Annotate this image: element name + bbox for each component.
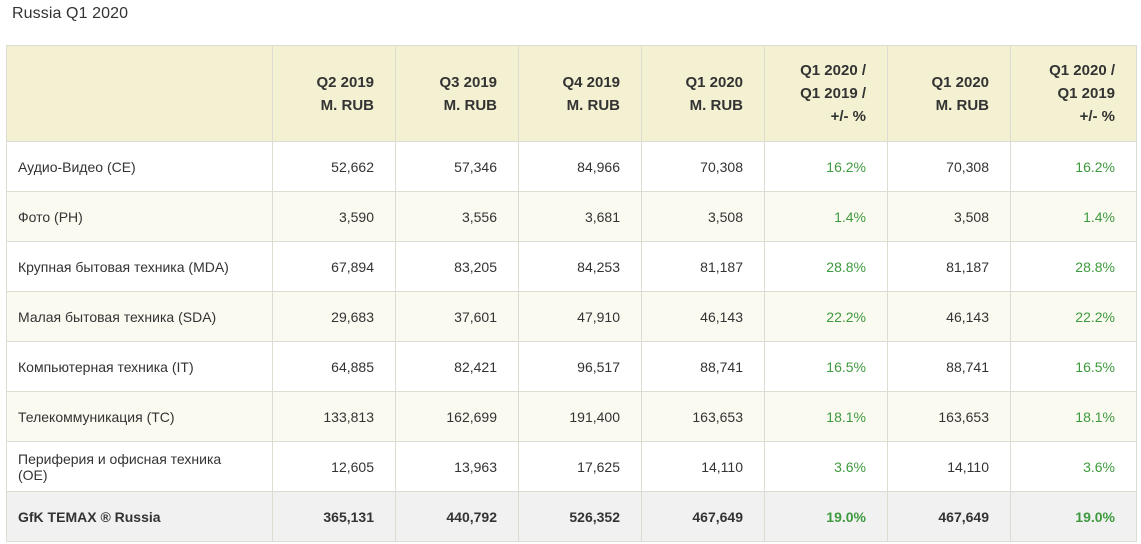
row-category: Малая бытовая техника (SDA) (6, 291, 273, 342)
cell-pct: 1.4% (764, 191, 888, 242)
cell-value: 3,590 (272, 191, 396, 242)
cell-pct: 1.4% (1010, 191, 1137, 242)
cell-pct: 18.1% (1010, 391, 1137, 442)
cell-value: 14,110 (887, 441, 1011, 492)
cell-value: 81,187 (641, 241, 765, 292)
cell-value: 37,601 (395, 291, 519, 342)
row-category: Периферия и офисная техника (OE) (6, 441, 273, 492)
table-row: Телекоммуникация (TC) 133,813 162,699 19… (6, 391, 1137, 442)
row-category: Аудио-Видео (CE) (6, 141, 273, 192)
table-row: Компьютерная техника (IT) 64,885 82,421 … (6, 341, 1137, 392)
cell-value: 46,143 (641, 291, 765, 342)
cell-value: 133,813 (272, 391, 396, 442)
total-value: 467,649 (641, 491, 765, 542)
cell-pct: 18.1% (764, 391, 888, 442)
cell-pct: 16.2% (764, 141, 888, 192)
cell-value: 29,683 (272, 291, 396, 342)
cell-value: 96,517 (518, 341, 642, 392)
row-category: Компьютерная техника (IT) (6, 341, 273, 392)
cell-value: 70,308 (887, 141, 1011, 192)
header-q1-2020: Q1 2020 M. RUB (641, 45, 765, 142)
page-title: Russia Q1 2020 (12, 5, 129, 22)
total-value: 526,352 (518, 491, 642, 542)
cell-pct: 22.2% (764, 291, 888, 342)
header-q2-2019: Q2 2019 M. RUB (272, 45, 396, 142)
cell-value: 162,699 (395, 391, 519, 442)
cell-pct: 28.8% (1010, 241, 1137, 292)
table-row: Аудио-Видео (CE) 52,662 57,346 84,966 70… (6, 141, 1137, 192)
table-row: Малая бытовая техника (SDA) 29,683 37,60… (6, 291, 1137, 342)
cell-value: 17,625 (518, 441, 642, 492)
cell-value: 57,346 (395, 141, 519, 192)
cell-value: 191,400 (518, 391, 642, 442)
cell-value: 3,508 (887, 191, 1011, 242)
cell-value: 3,681 (518, 191, 642, 242)
cell-pct: 3.6% (1010, 441, 1137, 492)
header-q3-2019: Q3 2019 M. RUB (395, 45, 519, 142)
header-category (6, 45, 273, 142)
cell-value: 52,662 (272, 141, 396, 192)
cell-value: 13,963 (395, 441, 519, 492)
table-row: Крупная бытовая техника (MDA) 67,894 83,… (6, 241, 1137, 292)
cell-value: 81,187 (887, 241, 1011, 292)
cell-value: 47,910 (518, 291, 642, 342)
cell-pct: 16.5% (1010, 341, 1137, 392)
cell-pct: 3.6% (764, 441, 888, 492)
total-row: GfK TEMAX ® Russia 365,131 440,792 526,3… (6, 491, 1137, 542)
total-value: 365,131 (272, 491, 396, 542)
cell-value: 14,110 (641, 441, 765, 492)
total-value: 467,649 (887, 491, 1011, 542)
header-change-pct: Q1 2020 /Q1 2019 /+/- % (764, 45, 888, 142)
cell-value: 70,308 (641, 141, 765, 192)
row-category: Крупная бытовая техника (MDA) (6, 241, 273, 292)
total-pct: 19.0% (1010, 491, 1137, 542)
cell-value: 88,741 (887, 341, 1011, 392)
table-row: Периферия и офисная техника (OE) 12,605 … (6, 441, 1137, 492)
header-q4-2019: Q4 2019 M. RUB (518, 45, 642, 142)
total-pct: 19.0% (764, 491, 888, 542)
total-label: GfK TEMAX ® Russia (6, 491, 273, 542)
cell-pct: 16.2% (1010, 141, 1137, 192)
cell-value: 163,653 (887, 391, 1011, 442)
cell-value: 64,885 (272, 341, 396, 392)
cell-pct: 16.5% (764, 341, 888, 392)
cell-pct: 22.2% (1010, 291, 1137, 342)
cell-value: 88,741 (641, 341, 765, 392)
cell-value: 3,556 (395, 191, 519, 242)
cell-value: 84,253 (518, 241, 642, 292)
market-table: Q2 2019 M. RUB Q3 2019 M. RUB Q4 2019 M. RU… (6, 45, 1137, 542)
cell-value: 84,966 (518, 141, 642, 192)
cell-value: 12,605 (272, 441, 396, 492)
header-q1-2020-ytd: Q1 2020 M. RUB (887, 45, 1011, 142)
cell-value: 82,421 (395, 341, 519, 392)
cell-value: 3,508 (641, 191, 765, 242)
header-change-pct-ytd: Q1 2020 /Q1 2019 +/- % (1010, 45, 1137, 142)
cell-pct: 28.8% (764, 241, 888, 292)
cell-value: 163,653 (641, 391, 765, 442)
cell-value: 67,894 (272, 241, 396, 292)
cell-value: 46,143 (887, 291, 1011, 342)
header-row: Q2 2019 M. RUB Q3 2019 M. RUB Q4 2019 M. RU… (6, 45, 1137, 142)
total-value: 440,792 (395, 491, 519, 542)
row-category: Телекоммуникация (TC) (6, 391, 273, 442)
cell-value: 83,205 (395, 241, 519, 292)
row-category: Фото (PH) (6, 191, 273, 242)
table-row: Фото (PH) 3,590 3,556 3,681 3,508 1.4% 3… (6, 191, 1137, 242)
